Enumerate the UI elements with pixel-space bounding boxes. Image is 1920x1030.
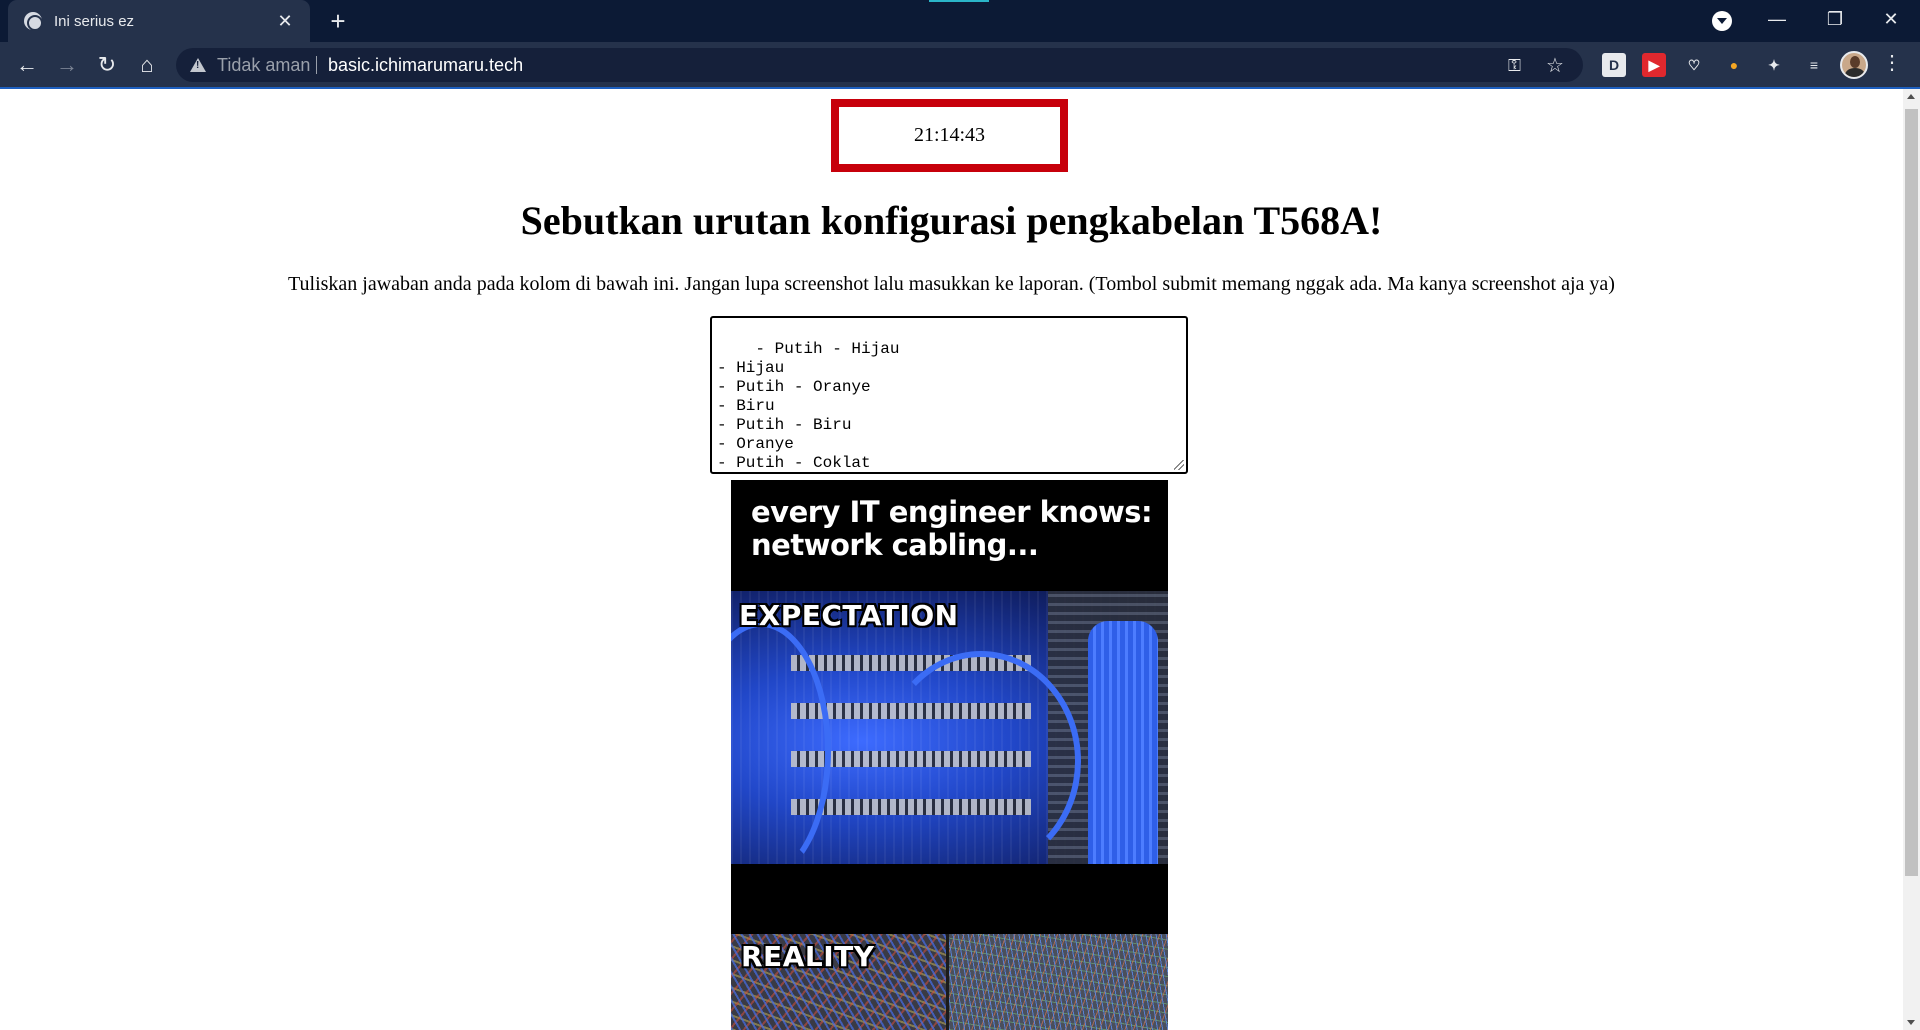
messy-cables-right bbox=[949, 934, 1168, 1030]
minimize-button[interactable]: — bbox=[1748, 0, 1806, 40]
scroll-down-icon[interactable] bbox=[1907, 1020, 1915, 1025]
forward-button[interactable]: → bbox=[51, 49, 83, 81]
maximize-button[interactable]: ❐ bbox=[1806, 0, 1864, 40]
browser-menu-icon[interactable]: ⋮ bbox=[1880, 50, 1904, 75]
resize-grip-icon[interactable] bbox=[1174, 460, 1184, 470]
answer-textarea[interactable]: - Putih - Hijau - Hijau - Putih - Oranye… bbox=[710, 316, 1188, 474]
meme-caption: every IT engineer knows: network cabling… bbox=[751, 496, 1161, 562]
browser-tab[interactable]: Ini serius ez ✕ bbox=[8, 0, 310, 42]
red-extension-icon[interactable]: ▶ bbox=[1642, 53, 1666, 77]
meme-caption-line-1: every IT engineer knows: bbox=[751, 495, 1153, 529]
page-content: 21:14:43 Sebutkan urutan konfigurasi pen… bbox=[0, 89, 1903, 1030]
cable-bundle bbox=[881, 651, 1081, 864]
tab-close-icon[interactable]: ✕ bbox=[274, 11, 296, 32]
globe-icon bbox=[24, 12, 43, 31]
clock-box: 21:14:43 bbox=[831, 99, 1068, 172]
meme-image: every IT engineer knows: network cabling… bbox=[731, 480, 1168, 1030]
media-control-icon[interactable] bbox=[1712, 11, 1732, 31]
reload-button[interactable]: ↻ bbox=[91, 49, 123, 81]
star-icon[interactable]: ☆ bbox=[1546, 53, 1564, 78]
cable-bundle-vertical bbox=[1088, 621, 1158, 864]
expectation-photo: EXPECTATION bbox=[731, 591, 1168, 864]
url-text[interactable]: basic.ichimarumaru.tech bbox=[328, 55, 523, 76]
question-heading: Sebutkan urutan konfigurasi pengkabelan … bbox=[520, 198, 1383, 243]
key-icon[interactable]: ⚿ bbox=[1508, 56, 1521, 76]
address-bar[interactable]: Tidak aman basic.ichimarumaru.tech ⚿ ☆ bbox=[176, 48, 1583, 82]
meme-caption-line-2: network cabling... bbox=[751, 528, 1039, 562]
close-window-button[interactable]: ✕ bbox=[1862, 0, 1920, 40]
reading-list-icon[interactable]: ≡ bbox=[1802, 53, 1826, 77]
d-extension-icon[interactable]: D bbox=[1602, 53, 1626, 77]
expectation-label: EXPECTATION bbox=[739, 599, 959, 632]
scroll-up-icon[interactable] bbox=[1907, 94, 1915, 99]
vertical-scrollbar[interactable] bbox=[1903, 89, 1920, 1030]
orange-extension-icon[interactable]: ● bbox=[1722, 53, 1746, 77]
back-button[interactable]: ← bbox=[11, 49, 43, 81]
tab-strip: Ini serius ez ✕ + — ❐ ✕ bbox=[0, 0, 1920, 42]
warning-icon[interactable] bbox=[190, 58, 206, 72]
scroll-thumb[interactable] bbox=[1905, 109, 1918, 876]
security-label[interactable]: Tidak aman bbox=[217, 55, 310, 76]
profile-avatar[interactable] bbox=[1840, 51, 1868, 79]
reality-photo: REALITY bbox=[731, 934, 1168, 1030]
new-tab-button[interactable]: + bbox=[322, 4, 354, 38]
tab-strip-accent bbox=[929, 0, 989, 2]
puzzle-icon[interactable]: ✦ bbox=[1762, 53, 1786, 77]
reality-label: REALITY bbox=[741, 940, 875, 973]
instruction-text: Tuliskan jawaban anda pada kolom di bawa… bbox=[288, 273, 1615, 295]
home-button[interactable]: ⌂ bbox=[131, 49, 163, 81]
tab-title: Ini serius ez bbox=[54, 12, 135, 30]
browser-toolbar: ← → ↻ ⌂ Tidak aman basic.ichimarumaru.te… bbox=[0, 42, 1920, 88]
pocket-icon[interactable]: ♡ bbox=[1682, 53, 1706, 77]
clock-text: 21:14:43 bbox=[913, 124, 986, 146]
address-separator bbox=[316, 56, 317, 74]
answer-text[interactable]: - Putih - Hijau - Hijau - Putih - Oranye… bbox=[717, 340, 899, 472]
